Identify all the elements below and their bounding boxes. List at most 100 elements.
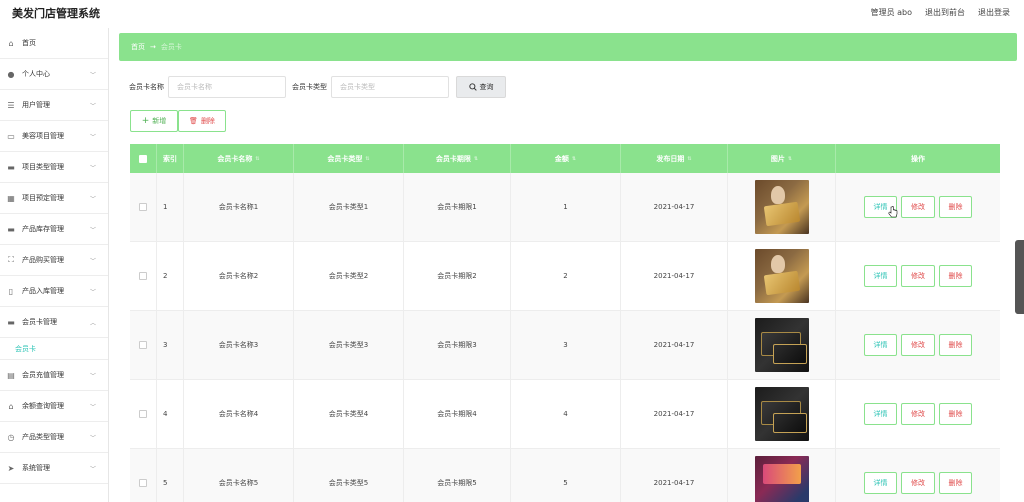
sidebar-item[interactable]: ● 个人中心 ﹀ xyxy=(0,59,108,90)
sidebar-item[interactable]: ⌂ 余额查询管理 ﹀ xyxy=(0,391,108,422)
sidebar-item[interactable]: ▬ 项目类型管理 ﹀ xyxy=(0,152,108,183)
card-thumbnail[interactable] xyxy=(754,180,809,234)
cell-image xyxy=(728,449,836,502)
sidebar-item[interactable]: ▭ 美容项目管理 ﹀ xyxy=(0,121,108,152)
sort-icon: ⇅ xyxy=(473,155,479,162)
delete-button[interactable]: 删除 xyxy=(939,334,972,356)
edit-button[interactable]: 修改 xyxy=(901,472,935,494)
header-name[interactable]: 会员卡名称 ⇅ xyxy=(184,144,294,173)
delete-button[interactable]: 删除 xyxy=(939,196,972,218)
admin-user-link[interactable]: 管理员 abo xyxy=(871,7,912,18)
card-thumbnail[interactable] xyxy=(754,249,809,303)
table-row: 4 会员卡名称4 会员卡类型4 会员卡期限4 4 2021-04-17 详情 修改 删除 xyxy=(130,380,1000,449)
header-amount[interactable]: 金额 ⇅ xyxy=(511,144,621,173)
delete-button[interactable]: 删除 xyxy=(939,472,972,494)
menu-icon: ▤ xyxy=(7,370,15,380)
side-drawer-handle[interactable] xyxy=(1015,240,1024,314)
sidebar-item[interactable]: ➤ 系统管理 ﹀ xyxy=(0,453,108,484)
cell-type: 会员卡类型1 xyxy=(294,173,404,241)
sidebar-item-label: 个人中心 xyxy=(22,70,50,78)
delete-button[interactable]: 删除 xyxy=(939,265,972,287)
breadcrumb: 首页 → 会员卡 xyxy=(119,33,1017,61)
cell-amount: 2 xyxy=(511,242,621,310)
row-checkbox[interactable] xyxy=(139,203,147,211)
exit-to-front-link[interactable]: 退出到前台 xyxy=(925,7,965,18)
header-image[interactable]: 图片 ⇅ xyxy=(728,144,836,173)
breadcrumb-home[interactable]: 首页 xyxy=(131,42,145,52)
edit-button[interactable]: 修改 xyxy=(901,196,935,218)
cell-type: 会员卡类型4 xyxy=(294,380,404,448)
sidebar-item-label: 产品购买管理 xyxy=(22,256,64,264)
detail-button[interactable]: 详情 xyxy=(864,472,897,494)
sidebar-item[interactable]: ▬ 产品库存管理 ﹀ xyxy=(0,214,108,245)
sort-icon: ⇅ xyxy=(571,155,577,162)
chevron-down-icon: ﹀ xyxy=(89,373,96,380)
header-index-label: 索引 xyxy=(163,154,177,163)
sort-icon: ⇅ xyxy=(687,155,692,162)
cell-name: 会员卡名称2 xyxy=(184,242,294,310)
logout-link[interactable]: 退出登录 xyxy=(978,7,1010,18)
card-thumbnail[interactable] xyxy=(754,387,809,441)
sidebar-item-label: 用户管理 xyxy=(22,101,50,109)
sidebar-item[interactable]: ▤ 会员充值管理 ﹀ xyxy=(0,360,108,391)
row-checkbox[interactable] xyxy=(139,341,147,349)
cell-index: 5 xyxy=(157,449,184,502)
sliders-icon: ☰ xyxy=(7,100,15,110)
mouse-cursor-icon xyxy=(888,206,898,218)
header-actions: 操作 xyxy=(836,144,1000,173)
detail-button[interactable]: 详情 xyxy=(864,265,897,287)
cell-term: 会员卡期限4 xyxy=(404,380,511,448)
delete-button[interactable]: 删除 xyxy=(939,403,972,425)
sidebar-item[interactable]: ▦ 项目预定管理 ﹀ xyxy=(0,183,108,214)
search-button[interactable]: 查询 xyxy=(456,76,506,98)
card-thumbnail[interactable] xyxy=(754,318,809,372)
edit-button[interactable]: 修改 xyxy=(901,334,935,356)
plus-icon: + xyxy=(141,116,150,126)
chevron-down-icon: ﹀ xyxy=(89,196,96,203)
cell-amount: 4 xyxy=(511,380,621,448)
detail-button[interactable]: 详情 xyxy=(864,403,897,425)
sidebar-item[interactable]: ◷ 产品类型管理 ﹀ xyxy=(0,422,108,453)
sidebar-subitem-member-card[interactable]: 会员卡 xyxy=(0,338,108,360)
sidebar-item-label: 美容项目管理 xyxy=(22,132,64,140)
batch-delete-button[interactable]: 🗑 删除 xyxy=(178,110,226,132)
card-thumbnail[interactable] xyxy=(754,456,809,502)
sidebar-item[interactable]: ⌂ 首页 xyxy=(0,28,108,59)
cell-index: 2 xyxy=(157,242,184,310)
row-checkbox[interactable] xyxy=(139,479,147,487)
top-bar: 美发门店管理系统 管理员 abo 退出到前台 退出登录 xyxy=(0,0,1024,26)
cell-amount: 3 xyxy=(511,311,621,379)
card-type-input[interactable] xyxy=(331,76,449,98)
row-checkbox[interactable] xyxy=(139,410,147,418)
sidebar-item[interactable]: ⛶ 产品购买管理 ﹀ xyxy=(0,245,108,276)
sort-icon: ⇅ xyxy=(365,155,370,162)
sidebar-item-label: 产品库存管理 xyxy=(22,225,64,233)
search-icon xyxy=(468,83,477,91)
cell-actions: 详情 修改 删除 xyxy=(836,173,1000,241)
monitor-icon: ▬ xyxy=(7,162,15,172)
sidebar-item-label: 产品类型管理 xyxy=(22,433,64,441)
row-checkbox[interactable] xyxy=(139,272,147,280)
header-term[interactable]: 会员卡期限 ⇅ xyxy=(404,144,511,173)
edit-button[interactable]: 修改 xyxy=(901,265,935,287)
select-all-checkbox[interactable] xyxy=(139,154,147,163)
cell-date: 2021-04-17 xyxy=(621,173,728,241)
sidebar-item[interactable]: ▬ 会员卡管理 ︿ xyxy=(0,307,108,338)
chevron-down-icon: ﹀ xyxy=(89,165,96,172)
add-button[interactable]: + 新增 xyxy=(130,110,178,132)
header-term-label: 会员卡期限 xyxy=(435,154,471,163)
breadcrumb-separator: → xyxy=(150,43,156,51)
sidebar-item-label: 首页 xyxy=(22,39,36,47)
header-date[interactable]: 发布日期 ⇅ xyxy=(621,144,728,173)
sidebar-item[interactable]: ▯ 产品入库管理 ﹀ xyxy=(0,276,108,307)
sidebar: ⌂ 首页 ● 个人中心 ﹀ ☰ 用户管理 ﹀ ▭ 美容项目管理 ﹀ ▬ 项目类型管理 ﹀ ▦ 项目预定管理 ﹀ ▬… xyxy=(0,28,109,502)
edit-button[interactable]: 修改 xyxy=(901,403,935,425)
header-type[interactable]: 会员卡类型 ⇅ xyxy=(294,144,404,173)
monitor-icon: ▬ xyxy=(7,317,15,327)
cell-amount: 1 xyxy=(511,173,621,241)
card-name-input[interactable] xyxy=(168,76,286,98)
sidebar-item[interactable]: ☰ 用户管理 ﹀ xyxy=(0,90,108,121)
cell-date: 2021-04-17 xyxy=(621,380,728,448)
row-checkbox-cell xyxy=(130,380,157,448)
detail-button[interactable]: 详情 xyxy=(864,334,897,356)
